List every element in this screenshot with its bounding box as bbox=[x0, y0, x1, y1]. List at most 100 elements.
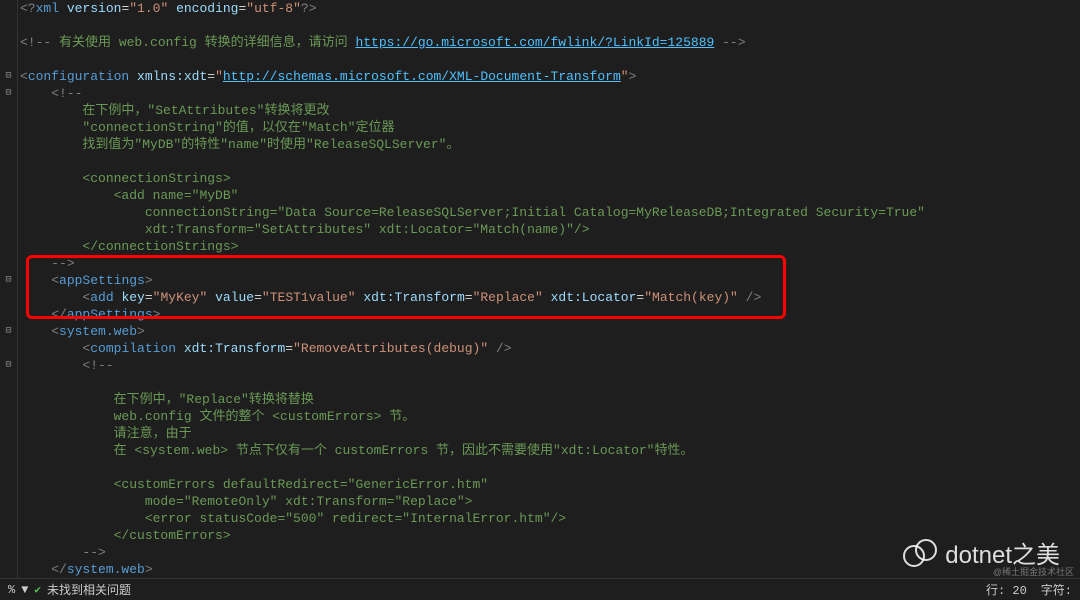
code-line[interactable]: <appSettings> bbox=[20, 272, 1080, 289]
token: 在下例中，"SetAttributes"转换将更改 bbox=[82, 103, 329, 118]
code-line[interactable]: <?xml version="1.0" encoding="utf-8"?> bbox=[20, 0, 1080, 17]
fold-toggle bbox=[0, 408, 17, 425]
code-line[interactable]: 在下例中，"Replace"转换将替换 bbox=[20, 391, 1080, 408]
token: --> bbox=[714, 35, 745, 50]
token: = bbox=[145, 290, 153, 305]
token: <add name="MyDB" bbox=[114, 188, 239, 203]
token: web.config 文件的整个 <customErrors> 节。 bbox=[114, 409, 416, 424]
token: "utf-8" bbox=[246, 1, 301, 16]
code-line[interactable]: web.config 文件的整个 <customErrors> 节。 bbox=[20, 408, 1080, 425]
code-line[interactable]: <configuration xmlns:xdt="http://schemas… bbox=[20, 68, 1080, 85]
fold-toggle bbox=[0, 527, 17, 544]
fold-toggle bbox=[0, 17, 17, 34]
token: <error statusCode="500" redirect="Intern… bbox=[145, 511, 566, 526]
token: mode="RemoteOnly" xdt:Transform="Replace… bbox=[145, 494, 473, 509]
token: > bbox=[145, 562, 153, 577]
fold-toggle[interactable]: ⊟ bbox=[0, 272, 17, 289]
code-line[interactable]: "connectionString"的值，以仅在"Match"定位器 bbox=[20, 119, 1080, 136]
fold-toggle[interactable]: ⊟ bbox=[0, 68, 17, 85]
token: < bbox=[51, 273, 59, 288]
code-line[interactable] bbox=[20, 459, 1080, 476]
token: xdt:Transform bbox=[363, 290, 464, 305]
code-line[interactable]: <add key="MyKey" value="TEST1value" xdt:… bbox=[20, 289, 1080, 306]
fold-toggle bbox=[0, 561, 17, 578]
token: "TEST1value" bbox=[262, 290, 363, 305]
status-line[interactable]: 行: 20 bbox=[986, 581, 1027, 598]
code-line[interactable] bbox=[20, 153, 1080, 170]
code-line[interactable]: <compilation xdt:Transform="RemoveAttrib… bbox=[20, 340, 1080, 357]
fold-toggle bbox=[0, 544, 17, 561]
status-bar: % ▼ ✔ 未找到相关问题 行: 20 字符: bbox=[0, 578, 1080, 600]
token: <!-- bbox=[82, 358, 113, 373]
code-line[interactable]: </connectionStrings> bbox=[20, 238, 1080, 255]
token: > bbox=[137, 324, 145, 339]
fold-toggle[interactable]: ⊟ bbox=[0, 85, 17, 102]
fold-toggle bbox=[0, 459, 17, 476]
code-line[interactable]: 在 <system.web> 节点下仅有一个 customErrors 节，因此… bbox=[20, 442, 1080, 459]
code-line[interactable] bbox=[20, 17, 1080, 34]
code-line[interactable]: </appSettings> bbox=[20, 306, 1080, 323]
token: xml bbox=[36, 1, 67, 16]
fold-toggle bbox=[0, 289, 17, 306]
code-line[interactable] bbox=[20, 374, 1080, 391]
code-editor[interactable]: ⊟⊟⊟⊟⊟ <?xml version="1.0" encoding="utf-… bbox=[0, 0, 1080, 580]
code-line[interactable]: <add name="MyDB" bbox=[20, 187, 1080, 204]
fold-toggle bbox=[0, 340, 17, 357]
token: "Replace" bbox=[473, 290, 551, 305]
code-line[interactable]: <!-- bbox=[20, 357, 1080, 374]
token: connectionString="Data Source=ReleaseSQL… bbox=[145, 205, 925, 220]
token: appSettings bbox=[59, 273, 145, 288]
fold-toggle bbox=[0, 153, 17, 170]
code-area[interactable]: <?xml version="1.0" encoding="utf-8"?> <!… bbox=[18, 0, 1080, 580]
token: <!-- bbox=[20, 35, 59, 50]
code-line[interactable]: <customErrors defaultRedirect="GenericEr… bbox=[20, 476, 1080, 493]
token: encoding bbox=[176, 1, 238, 16]
token: = bbox=[254, 290, 262, 305]
code-line[interactable]: 在下例中，"SetAttributes"转换将更改 bbox=[20, 102, 1080, 119]
token: --> bbox=[82, 545, 105, 560]
code-line[interactable]: <!-- bbox=[20, 85, 1080, 102]
code-line[interactable]: mode="RemoteOnly" xdt:Transform="Replace… bbox=[20, 493, 1080, 510]
token: <customErrors defaultRedirect="GenericEr… bbox=[114, 477, 488, 492]
token: /> bbox=[496, 341, 512, 356]
fold-toggle bbox=[0, 102, 17, 119]
token: value bbox=[215, 290, 254, 305]
fold-toggle bbox=[0, 204, 17, 221]
fold-toggle bbox=[0, 476, 17, 493]
check-icon: ✔ bbox=[34, 583, 41, 597]
fold-toggle bbox=[0, 136, 17, 153]
code-line[interactable]: <error statusCode="500" redirect="Intern… bbox=[20, 510, 1080, 527]
status-char[interactable]: 字符: bbox=[1041, 581, 1072, 598]
code-line[interactable]: --> bbox=[20, 255, 1080, 272]
code-line[interactable]: <connectionStrings> bbox=[20, 170, 1080, 187]
token: key bbox=[121, 290, 144, 305]
token: "MyKey" bbox=[153, 290, 215, 305]
token: xmlns:xdt bbox=[137, 69, 207, 84]
fold-toggle bbox=[0, 0, 17, 17]
token: </customErrors> bbox=[114, 528, 231, 543]
token: > bbox=[153, 307, 161, 322]
fold-toggle bbox=[0, 255, 17, 272]
status-issues[interactable]: 未找到相关问题 bbox=[47, 581, 131, 598]
fold-toggle bbox=[0, 425, 17, 442]
wechat-icon bbox=[903, 539, 937, 567]
fold-toggle[interactable]: ⊟ bbox=[0, 357, 17, 374]
fold-toggle bbox=[0, 510, 17, 527]
fold-toggle bbox=[0, 238, 17, 255]
fold-toggle[interactable]: ⊟ bbox=[0, 323, 17, 340]
status-arrow[interactable]: ▼ bbox=[21, 583, 28, 597]
code-line[interactable]: 找到值为"MyDB"的特性"name"时使用"ReleaseSQLServer"… bbox=[20, 136, 1080, 153]
fold-toggle bbox=[0, 374, 17, 391]
token: appSettings bbox=[67, 307, 153, 322]
credit-text: @稀土掘金技术社区 bbox=[993, 565, 1074, 578]
code-line[interactable]: xdt:Transform="SetAttributes" xdt:Locato… bbox=[20, 221, 1080, 238]
code-line[interactable]: 请注意，由于 bbox=[20, 425, 1080, 442]
code-line[interactable]: <!-- 有关使用 web.config 转换的详细信息，请访问 https:/… bbox=[20, 34, 1080, 51]
token: "connectionString"的值，以仅在"Match"定位器 bbox=[82, 120, 394, 135]
fold-gutter[interactable]: ⊟⊟⊟⊟⊟ bbox=[0, 0, 18, 580]
code-line[interactable] bbox=[20, 51, 1080, 68]
code-line[interactable]: connectionString="Data Source=ReleaseSQL… bbox=[20, 204, 1080, 221]
code-line[interactable]: <system.web> bbox=[20, 323, 1080, 340]
token: xdt:Transform bbox=[184, 341, 285, 356]
status-percent[interactable]: % bbox=[8, 583, 15, 597]
